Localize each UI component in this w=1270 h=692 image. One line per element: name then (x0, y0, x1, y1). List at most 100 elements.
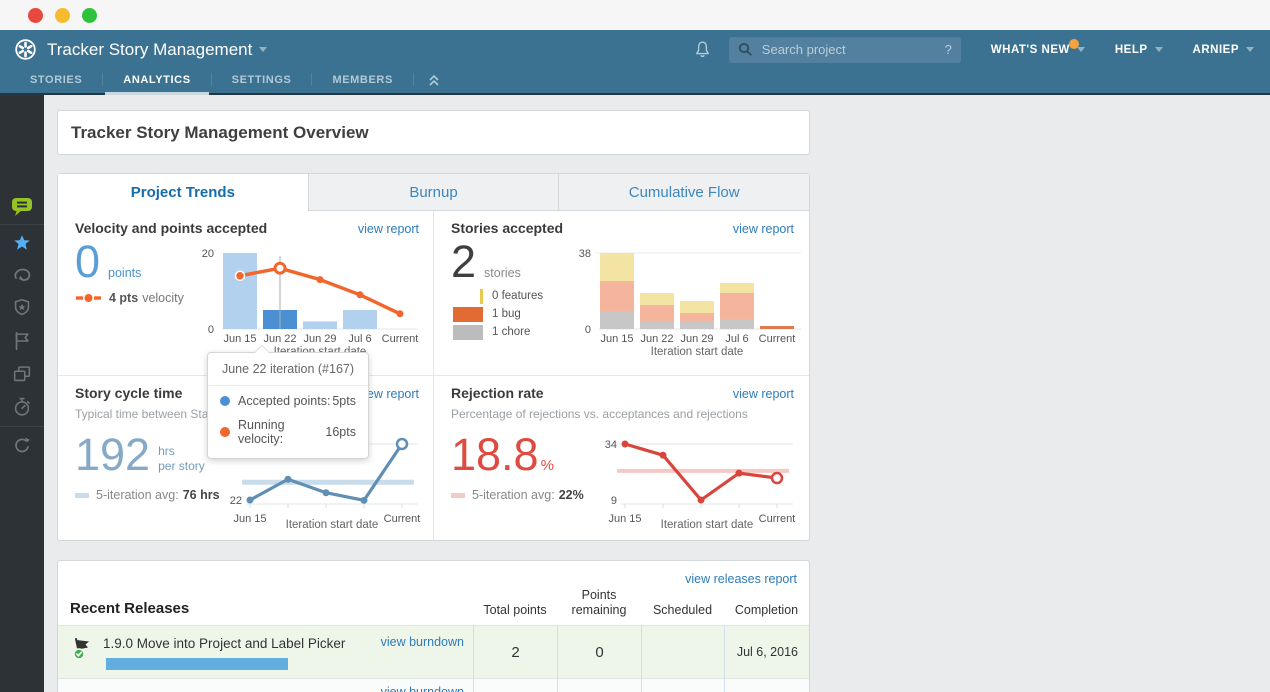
svg-text:Current: Current (384, 513, 421, 525)
window-maximize-button[interactable] (82, 8, 97, 23)
tooltip-row-running-velocity: Running velocity: 16pts (208, 410, 368, 458)
svg-text:Jun 15: Jun 15 (233, 513, 266, 525)
starred-panel-icon[interactable] (0, 232, 44, 254)
accepted-points-dot-icon (220, 396, 230, 406)
cycle-time-avg-legend: 5-iteration avg: 76 hrs (75, 488, 220, 502)
window-close-button[interactable] (28, 8, 43, 23)
features-legend-swatch (480, 288, 483, 304)
search-input[interactable] (759, 41, 945, 58)
cycle-time-big-value: 192 (75, 429, 151, 480)
current-iteration-loop-icon[interactable] (0, 265, 44, 285)
velocity-legend-value: 4 pts (109, 291, 139, 305)
svg-text:20: 20 (202, 248, 214, 260)
release-progress-bar (106, 658, 288, 670)
cycle-avg-label: 5-iteration avg: (96, 488, 179, 502)
panels-icon[interactable] (0, 363, 44, 385)
view-burndown-link[interactable]: view burndown (381, 635, 464, 649)
tab-project-trends[interactable]: Project Trends (58, 174, 308, 211)
collapse-nav-chevron-icon[interactable] (414, 71, 454, 93)
svg-text:Iteration start date: Iteration start date (651, 346, 744, 358)
velocity-legend: 4 pts velocity (75, 291, 184, 305)
stories-panel: Stories accepted view report 2 stories 0… (433, 211, 809, 375)
rejection-panel-title: Rejection rate (451, 385, 544, 401)
tracker-logo-icon[interactable] (14, 38, 37, 61)
nav-tab-analytics[interactable]: ANALYTICS (103, 69, 210, 95)
svg-text:Current: Current (382, 333, 419, 345)
view-burndown-link[interactable]: view burndown (381, 685, 464, 692)
feedback-chat-icon[interactable] (0, 196, 44, 218)
nav-tab-members[interactable]: MEMBERS (312, 69, 412, 93)
tab-burnup[interactable]: Burnup (307, 174, 559, 211)
svg-text:Iteration start date: Iteration start date (661, 519, 754, 531)
project-title-caret-icon[interactable] (259, 47, 268, 52)
stories-legend: 0 features 1 bug 1 chore (448, 287, 543, 341)
column-header-points-remaining: Points remaining (571, 588, 627, 617)
tab-cumulative-flow[interactable]: Cumulative Flow (558, 174, 810, 211)
stories-big-value: 2 (451, 236, 477, 287)
release-points-remaining: 0 (557, 626, 641, 678)
app-window: Tracker Story Management ? WHAT'S NEW (0, 0, 1270, 692)
chart-tooltip: June 22 iteration (#167) Accepted points… (207, 345, 369, 459)
refresh-icon[interactable] (0, 435, 44, 457)
cycle-time-unit-hrs: hrs (158, 444, 175, 458)
tooltip-title: June 22 iteration (#167) (208, 353, 368, 386)
stories-view-report-link[interactable]: view report (733, 222, 794, 236)
release-row: 1.9.0 Move into Project and Label Picker… (58, 625, 809, 679)
sidebar (0, 95, 44, 692)
column-header-scheduled: Scheduled (652, 602, 713, 617)
release-total-points: 2 (473, 626, 557, 678)
chore-legend-label: 1 chore (492, 326, 531, 338)
release-row: view burndown (58, 679, 809, 692)
project-nav: STORIES ANALYTICS SETTINGS MEMBERS (0, 67, 1270, 95)
search-icon (738, 42, 752, 56)
help-menu[interactable]: HELP (1115, 44, 1163, 56)
stories-panel-title: Stories accepted (451, 220, 564, 236)
view-releases-report-link[interactable]: view releases report (685, 572, 797, 586)
tooltip-value: 5pts (332, 394, 356, 408)
window-minimize-button[interactable] (55, 8, 70, 23)
svg-text:9: 9 (611, 495, 617, 507)
svg-text:Jun 15: Jun 15 (223, 333, 256, 345)
trend-tabs: Project Trends Burnup Cumulative Flow (58, 174, 810, 211)
velocity-chart: 200Jun 15Jun 22Jun 29Jul 6CurrentIterati… (202, 248, 419, 358)
svg-text:Current: Current (759, 513, 796, 525)
search-help-icon[interactable]: ? (945, 42, 952, 57)
svg-text:34: 34 (605, 439, 617, 451)
notifications-bell-icon[interactable] (694, 40, 711, 59)
rejection-view-report-link[interactable]: view report (733, 387, 794, 401)
releases-header-row: Recent Releases Total points Points rema… (58, 561, 809, 625)
svg-text:38: 38 (579, 248, 591, 260)
chore-legend-swatch (453, 324, 483, 340)
svg-text:Iteration start date: Iteration start date (286, 519, 379, 531)
svg-text:Jun 22: Jun 22 (263, 333, 296, 345)
user-menu[interactable]: ARNIEP (1193, 44, 1254, 56)
page-title: Tracker Story Management Overview (71, 123, 369, 142)
stopwatch-icon[interactable] (0, 396, 44, 418)
overview-title-card: Tracker Story Management Overview (57, 110, 810, 155)
rejection-chart: 34 9 Jun 15 Current Iteration start date (605, 439, 796, 531)
labels-flag-icon[interactable] (0, 330, 44, 352)
svg-text:Jun 15: Jun 15 (608, 513, 641, 525)
nav-tab-stories[interactable]: STORIES (10, 69, 102, 93)
velocity-view-report-link[interactable]: view report (358, 222, 419, 236)
help-caret-icon (1154, 47, 1163, 52)
app-header: Tracker Story Management ? WHAT'S NEW (0, 30, 1270, 95)
project-title[interactable]: Tracker Story Management (47, 40, 252, 60)
tooltip-label: Running velocity: (238, 418, 285, 446)
notification-dot (1068, 38, 1079, 49)
svg-text:Jul 6: Jul 6 (725, 333, 748, 345)
rejection-avg-swatch (451, 492, 465, 498)
nav-tab-settings[interactable]: SETTINGS (212, 69, 312, 93)
release-flag-icon (71, 637, 95, 665)
help-label: HELP (1114, 43, 1148, 56)
svg-text:Jun 15: Jun 15 (600, 333, 633, 345)
svg-text:Current: Current (759, 333, 796, 345)
svg-text:Jul 6: Jul 6 (348, 333, 371, 345)
tooltip-label: Accepted points: (238, 394, 331, 408)
bug-legend-swatch (453, 306, 483, 322)
svg-text:22: 22 (230, 495, 242, 507)
velocity-big-value: 0 (75, 236, 101, 287)
whats-new-menu[interactable]: WHAT'S NEW (991, 38, 1085, 56)
cycle-time-unit-per-story: per story (158, 459, 205, 473)
epics-shield-icon[interactable] (0, 297, 44, 319)
